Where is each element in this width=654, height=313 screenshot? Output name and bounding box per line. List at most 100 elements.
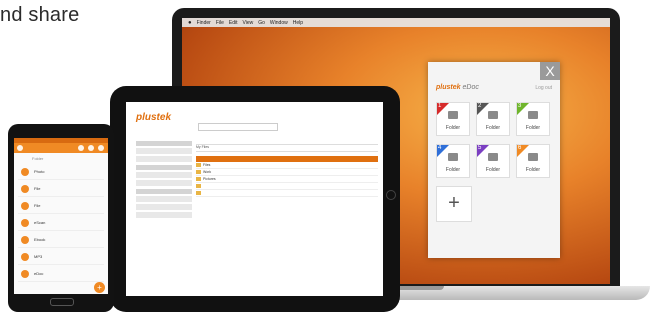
sidebar-item[interactable] [136, 196, 192, 202]
close-button[interactable]: X [540, 62, 560, 80]
menu-go[interactable]: Go [258, 20, 265, 26]
list-item[interactable]: File [18, 182, 104, 197]
sidebar-item[interactable] [136, 148, 192, 154]
folder-icon [488, 153, 498, 161]
add-folder-button[interactable]: + [436, 186, 472, 222]
tile-number: 4 [438, 145, 442, 151]
sync-icon[interactable] [88, 145, 94, 151]
folder-tile-2[interactable]: 2 Folder [476, 102, 510, 136]
folder-icon [196, 177, 201, 181]
table-row[interactable] [196, 190, 378, 197]
folder-icon [21, 270, 29, 278]
menu-icon[interactable] [17, 145, 23, 151]
tile-number: 5 [478, 145, 482, 151]
menu-finder[interactable]: Finder [197, 20, 211, 26]
breadcrumb: Folder [32, 156, 44, 161]
item-label: Ebook [34, 237, 46, 242]
toolbar [196, 138, 378, 145]
item-label: File [34, 203, 41, 208]
tablet-screen: plustek My Files Files Work Pictures [126, 102, 383, 296]
list-item[interactable]: Photo [18, 165, 104, 180]
headline-text: nd share [0, 4, 80, 26]
folder-icon [196, 170, 201, 174]
sidebar-header [136, 141, 192, 146]
folder-icon [196, 191, 201, 195]
apple-icon[interactable]: ● [188, 20, 192, 26]
tablet-home-button[interactable] [386, 190, 396, 200]
list-item[interactable]: eDoc [18, 267, 104, 282]
tile-label: Folder [525, 167, 541, 173]
table-row[interactable] [196, 183, 378, 190]
folder-icon [21, 185, 29, 193]
folder-icon [528, 111, 538, 119]
folder-icon [488, 111, 498, 119]
sidebar-item[interactable] [136, 204, 192, 210]
item-label: eDoc [34, 271, 44, 276]
tile-label: Folder [525, 125, 541, 131]
row-name: Files [203, 163, 211, 167]
menu-window[interactable]: Window [270, 20, 288, 26]
section-title: My Files [196, 145, 378, 152]
search-input[interactable] [198, 123, 278, 131]
mac-menubar: ● Finder File Edit View Go Window Help [182, 18, 610, 27]
edoc-logo-brand: plustek [436, 84, 461, 91]
edoc-logo: plustek eDoc [436, 84, 479, 91]
menu-edit[interactable]: Edit [229, 20, 238, 26]
sidebar-item[interactable] [136, 172, 192, 178]
file-list: My Files Files Work Pictures [196, 138, 378, 197]
tile-number: 2 [478, 103, 482, 109]
sidebar-item[interactable] [136, 180, 192, 186]
folder-tile-1[interactable]: 1 Folder [436, 102, 470, 136]
phone-screen: Folder Photo File File eScan Ebook MP3 e… [14, 138, 108, 294]
edoc-logo-product: eDoc [462, 84, 479, 91]
tile-number: 6 [518, 145, 522, 151]
list-item[interactable]: Ebook [18, 233, 104, 248]
list-item[interactable]: eScan [18, 216, 104, 231]
tile-number: 1 [438, 103, 442, 109]
sidebar-item[interactable] [136, 212, 192, 218]
sidebar-header [136, 165, 192, 170]
phone-home-button[interactable] [50, 298, 74, 306]
folder-icon [21, 202, 29, 210]
list-item[interactable]: File [18, 199, 104, 214]
item-label: Photo [34, 169, 45, 174]
list-item[interactable]: MP3 [18, 250, 104, 265]
folder-icon [448, 111, 458, 119]
folder-tile-5[interactable]: 5 Folder [476, 144, 510, 178]
sidebar-header [136, 189, 192, 194]
folder-tile-4[interactable]: 4 Folder [436, 144, 470, 178]
plustek-logo: plustek [136, 112, 172, 123]
logout-link[interactable]: Log out [535, 85, 552, 91]
folder-icon [21, 253, 29, 261]
folder-tile-6[interactable]: 6 Folder [516, 144, 550, 178]
fab-add-button[interactable]: + [94, 282, 105, 293]
row-name: Pictures [203, 177, 216, 181]
tile-label: Folder [445, 125, 461, 131]
item-label: eScan [34, 220, 46, 225]
folder-icon [528, 153, 538, 161]
item-label: File [34, 186, 41, 191]
tile-label: Folder [485, 167, 501, 173]
tablet-sidebar [136, 138, 192, 220]
tile-number: 3 [518, 103, 522, 109]
app-bar [14, 143, 108, 153]
menu-file[interactable]: File [216, 20, 224, 26]
table-row[interactable]: Work [196, 169, 378, 176]
folder-tile-3[interactable]: 3 Folder [516, 102, 550, 136]
row-name: Work [203, 170, 212, 174]
folder-icon [21, 236, 29, 244]
menu-help[interactable]: Help [293, 20, 303, 26]
folder-icon [196, 163, 201, 167]
folder-icon [448, 153, 458, 161]
menu-view[interactable]: View [243, 20, 254, 26]
item-label: MP3 [34, 254, 43, 259]
table-row[interactable]: Files [196, 162, 378, 169]
table-row[interactable]: Pictures [196, 176, 378, 183]
tile-label: Folder [485, 125, 501, 131]
search-icon[interactable] [98, 145, 104, 151]
folder-icon [21, 168, 29, 176]
sidebar-item[interactable] [136, 156, 192, 162]
add-icon[interactable] [78, 145, 84, 151]
folder-icon [196, 184, 201, 188]
folder-icon [21, 219, 29, 227]
